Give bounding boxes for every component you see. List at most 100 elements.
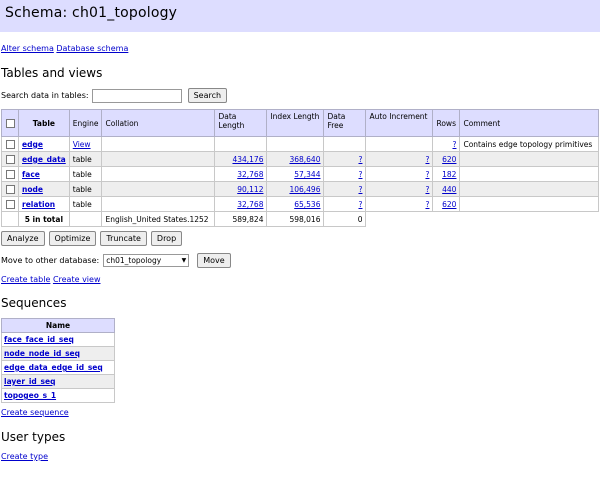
engine-cell: table — [68, 166, 103, 182]
sequence-link[interactable]: node_node_id_seq — [4, 349, 80, 358]
col-data-length: Data Length — [214, 109, 268, 137]
data-free-link[interactable]: ? — [358, 155, 362, 164]
index-length-link[interactable]: 368,640 — [289, 155, 320, 164]
auto-increment-link[interactable]: ? — [425, 155, 429, 164]
col-data-free: Data Free — [323, 109, 367, 137]
search-row: Search data in tables: Search — [1, 88, 228, 103]
move-label: Move to other database: — [1, 256, 100, 265]
rows-link[interactable]: 620 — [442, 200, 456, 209]
page-header: Schema: ch01_topology — [0, 0, 600, 32]
data-free-link[interactable]: ? — [358, 185, 362, 194]
index-length-link[interactable]: 106,496 — [289, 185, 320, 194]
data-length-cell: 434,176 — [214, 151, 268, 167]
optimize-button[interactable]: Optimize — [48, 231, 97, 246]
total-index-length: 598,016 — [266, 211, 325, 227]
create-type-link[interactable]: Create type — [1, 452, 48, 461]
table-name-link[interactable]: edge_data — [22, 155, 66, 164]
col-engine: Engine — [68, 109, 103, 137]
auto-increment-link[interactable]: ? — [425, 200, 429, 209]
total-row: 5 in total English_United States.1252 58… — [1, 211, 599, 227]
auto-increment-cell — [365, 136, 434, 152]
table-name-cell: face — [18, 166, 70, 182]
analyze-button[interactable]: Analyze — [1, 231, 45, 246]
row-select-cell[interactable] — [1, 196, 19, 212]
index-length-cell: 368,640 — [266, 151, 325, 167]
data-length-cell: 90,112 — [214, 181, 268, 197]
move-button[interactable]: Move — [197, 253, 231, 268]
drop-button[interactable]: Drop — [150, 231, 183, 246]
row-checkbox[interactable] — [5, 184, 15, 194]
col-collation: Collation — [101, 109, 216, 137]
rows-link[interactable]: 620 — [442, 155, 456, 164]
create-view-link[interactable]: Create view — [53, 275, 101, 284]
index-length-cell: 57,344 — [266, 166, 325, 182]
row-checkbox[interactable] — [5, 139, 15, 149]
data-length-cell: 32,768 — [214, 166, 268, 182]
data-length-link[interactable]: 32,768 — [237, 170, 263, 179]
engine-cell: table — [68, 151, 103, 167]
total-filler — [459, 211, 599, 227]
create-type-wrap: Create type — [1, 452, 48, 461]
col-comment: Comment — [459, 109, 599, 137]
data-length-link[interactable]: 434,176 — [232, 155, 263, 164]
total-label: 5 in total — [18, 211, 70, 227]
row-select-cell[interactable] — [1, 151, 19, 167]
data-length-link[interactable]: 32,768 — [237, 200, 263, 209]
truncate-button[interactable]: Truncate — [100, 231, 147, 246]
total-empty-cell — [1, 211, 19, 227]
create-table-links: Create table Create view — [1, 275, 100, 284]
row-select-cell[interactable] — [1, 181, 19, 197]
row-checkbox[interactable] — [5, 199, 15, 209]
table-name-cell: relation — [18, 196, 70, 212]
table-name-link[interactable]: relation — [22, 200, 55, 209]
search-input[interactable] — [91, 88, 182, 103]
row-select-cell[interactable] — [1, 136, 19, 152]
rows-cell: ? — [432, 136, 461, 152]
select-all-cell[interactable] — [1, 109, 19, 137]
table-name-link[interactable]: edge — [22, 140, 43, 149]
index-length-link[interactable]: 65,536 — [294, 200, 320, 209]
total-data-length: 589,824 — [214, 211, 268, 227]
table-name-link[interactable]: face — [22, 170, 40, 179]
row-select-cell[interactable] — [1, 166, 19, 182]
search-button[interactable]: Search — [187, 88, 228, 103]
table-name-link[interactable]: node — [22, 185, 43, 194]
data-length-link[interactable]: 90,112 — [237, 185, 263, 194]
row-checkbox[interactable] — [5, 154, 15, 164]
comment-cell — [459, 166, 599, 182]
alter-schema-link[interactable]: Alter schema — [1, 44, 54, 53]
database-schema-link[interactable]: Database schema — [56, 44, 128, 53]
database-select-value: ch01_topology — [106, 256, 162, 265]
auto-increment-link[interactable]: ? — [425, 185, 429, 194]
sequence-link[interactable]: layer_id_seq — [4, 377, 55, 386]
auto-increment-link[interactable]: ? — [425, 170, 429, 179]
total-filler — [365, 211, 433, 227]
data-free-link[interactable]: ? — [358, 200, 362, 209]
index-length-link[interactable]: 57,344 — [294, 170, 320, 179]
col-auto-increment: Auto Increment — [365, 109, 434, 137]
data-free-cell: ? — [323, 166, 367, 182]
col-rows: Rows — [432, 109, 461, 137]
col-index-length: Index Length — [266, 109, 325, 137]
sequence-link[interactable]: topogeo_s_1 — [4, 391, 56, 400]
page-title: Schema: ch01_topology — [5, 5, 178, 21]
rows-link[interactable]: 182 — [442, 170, 456, 179]
select-all-checkbox[interactable] — [5, 118, 15, 128]
row-checkbox[interactable] — [5, 169, 15, 179]
collation-cell — [101, 181, 216, 197]
create-table-link[interactable]: Create table — [1, 275, 50, 284]
engine-view-link[interactable]: View — [73, 140, 91, 149]
data-free-link[interactable]: ? — [358, 170, 362, 179]
create-sequence-link[interactable]: Create sequence — [1, 408, 69, 417]
index-length-cell: 106,496 — [266, 181, 325, 197]
collation-cell — [101, 196, 216, 212]
sequence-cell: node_node_id_seq — [1, 346, 115, 361]
rows-link[interactable]: 440 — [442, 185, 456, 194]
total-collation: English_United States.1252 — [101, 211, 216, 227]
rows-link[interactable]: ? — [452, 140, 456, 149]
engine-cell: table — [68, 196, 103, 212]
sequence-link[interactable]: edge_data_edge_id_seq — [4, 363, 103, 372]
sequence-link[interactable]: face_face_id_seq — [4, 335, 74, 344]
data-free-cell — [323, 136, 367, 152]
database-select[interactable]: ch01_topology ▼ — [103, 254, 190, 267]
